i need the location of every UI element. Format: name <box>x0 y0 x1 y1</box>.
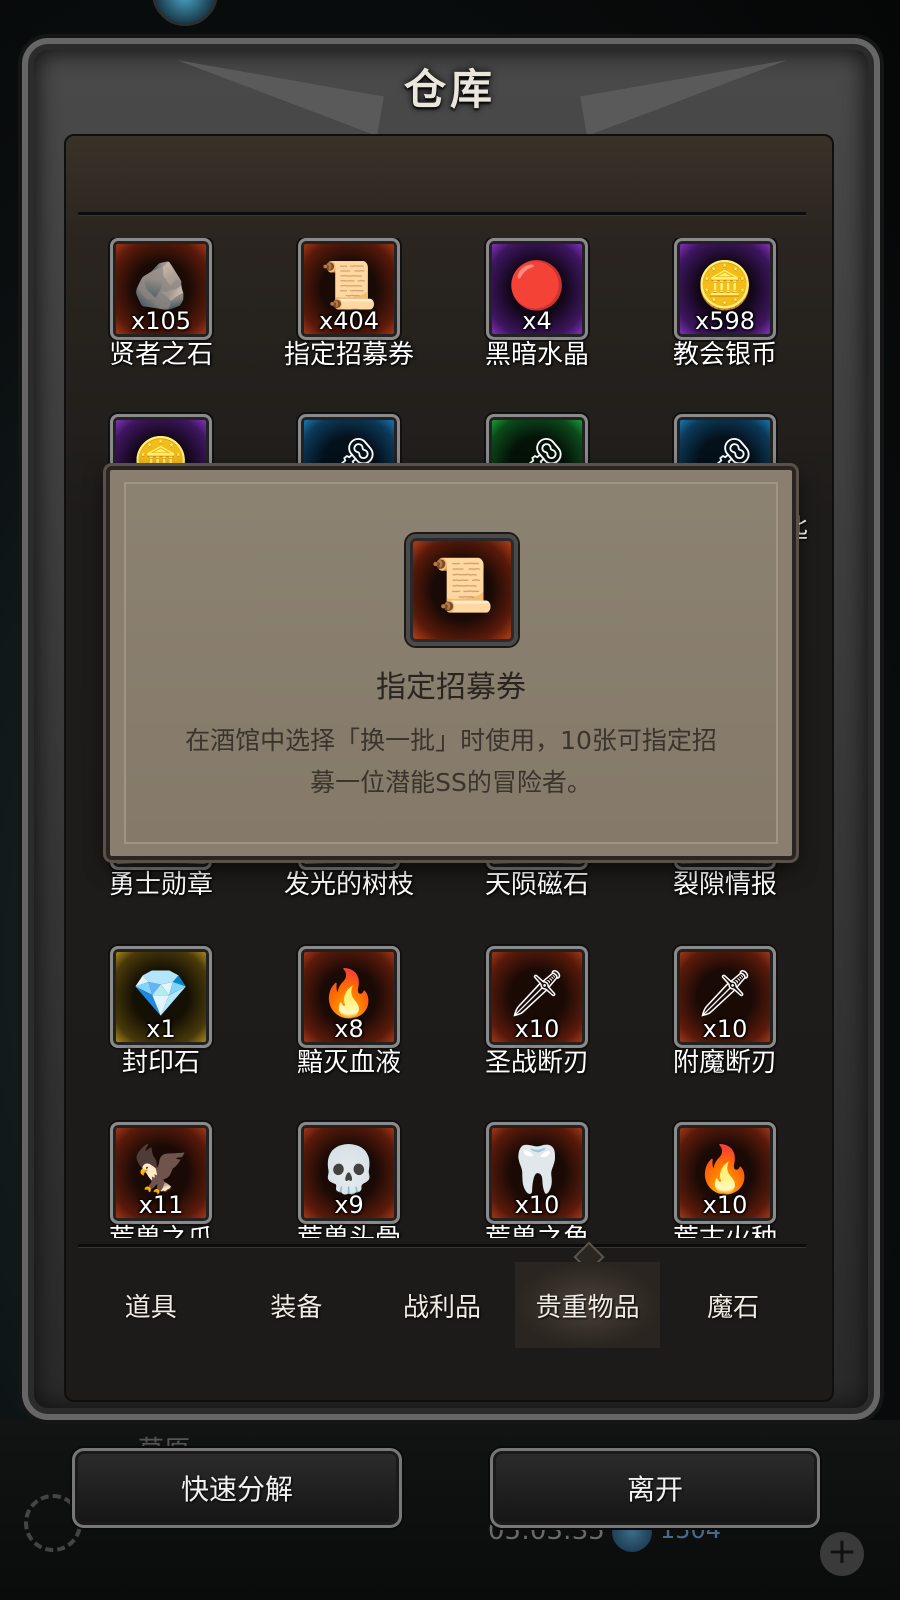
popup-item-title: 指定招募券 <box>376 670 526 705</box>
item-count: x9 <box>334 1191 364 1219</box>
quick-decompose-button[interactable]: 快速分解 <box>72 1448 402 1528</box>
skull-icon: 💀 <box>320 1142 378 1196</box>
item-name: 荒兽头骨 <box>256 1218 442 1238</box>
item-name: 荒兽之爪 <box>78 1218 254 1238</box>
silver-coin-icon: 🪙 <box>696 258 754 312</box>
item-cell[interactable]: 🦷x10荒兽之角 <box>454 1122 636 1238</box>
leave-button[interactable]: 离开 <box>490 1448 820 1528</box>
tab-1[interactable]: 装备 <box>224 1262 370 1348</box>
item-count: x10 <box>702 1015 748 1043</box>
broken-blade-icon: 🗡 <box>695 966 755 1020</box>
item-slot[interactable]: 🪙 x598 <box>674 238 776 340</box>
blue-flame-icon: 🔥 <box>320 966 378 1020</box>
item-detail-popup[interactable]: 📜 指定招募券 在酒馆中选择「换一批」时使用，10张可指定招募一位潜能SS的冒险… <box>106 466 796 860</box>
item-slot[interactable]: 🔴 x4 <box>486 238 588 340</box>
item-cell[interactable]: 🪙 x598 教会银币 <box>642 238 806 398</box>
item-cell[interactable]: 📜 x404 指定招募券 <box>266 238 448 398</box>
category-tabs: 道具 装备 战利品 贵重物品 魔石 <box>78 1262 806 1348</box>
item-cell[interactable]: 🔴 x4 黑暗水晶 <box>454 238 636 398</box>
item-name: 发光的树枝 <box>283 870 414 900</box>
item-count: x10 <box>514 1191 560 1219</box>
item-count: x4 <box>522 307 552 335</box>
item-count: x10 <box>702 1191 748 1219</box>
item-count: x10 <box>514 1015 560 1043</box>
item-slot[interactable]: 🦷 x10 <box>486 1122 588 1224</box>
item-slot[interactable]: 🗡 x10 <box>674 946 776 1048</box>
item-cell[interactable]: 🔥 x8 黯灭血液 <box>266 946 448 1106</box>
item-cell[interactable]: 🔥x10荒古火种 <box>642 1122 806 1238</box>
header-divider <box>78 212 806 215</box>
item-slot[interactable]: 🔥 x10 <box>674 1122 776 1224</box>
item-slot[interactable]: 🦅 x11 <box>110 1122 212 1224</box>
item-name: 教会银币 <box>672 340 777 370</box>
item-name: 天陨磁石 <box>484 870 589 900</box>
seal-crystal-icon: 💎 <box>132 966 190 1020</box>
frame-ornament-right <box>580 60 794 136</box>
window-title: 仓库 <box>340 46 560 126</box>
item-count: x1 <box>146 1015 176 1043</box>
item-count: x105 <box>130 307 191 335</box>
scroll-icon: 📜 <box>320 258 378 312</box>
tab-divider <box>78 1244 806 1247</box>
item-cell[interactable]: 💎 x1 封印石 <box>78 946 260 1106</box>
item-count: x404 <box>318 307 379 335</box>
item-count: x598 <box>694 307 755 335</box>
red-stone-icon: 🪨 <box>132 258 190 312</box>
popup-item-description: 在酒馆中选择「换一批」时使用，10张可指定招募一位潜能SS的冒险者。 <box>185 726 717 797</box>
item-name: 黯灭血液 <box>296 1048 401 1078</box>
item-slot[interactable]: 🪨 x105 <box>110 238 212 340</box>
popup-item-slot: 📜 <box>406 534 518 646</box>
broken-blade-icon: 🗡 <box>507 966 567 1020</box>
item-name: 附魔断刃 <box>672 1048 777 1078</box>
item-name: 圣战断刃 <box>484 1048 589 1078</box>
item-count: x11 <box>138 1191 184 1219</box>
item-name: 封印石 <box>121 1048 200 1078</box>
item-slot[interactable]: 💀 x9 <box>298 1122 400 1224</box>
item-count: x8 <box>334 1015 364 1043</box>
item-slot[interactable]: 📜 x404 <box>298 238 400 340</box>
item-slot[interactable]: 🔥 x8 <box>298 946 400 1048</box>
item-cell[interactable]: 🗡 x10 圣战断刃 <box>454 946 636 1106</box>
item-name: 裂隙情报 <box>672 870 777 900</box>
item-cell[interactable]: 🦅x11荒兽之爪 <box>78 1122 260 1238</box>
item-cell[interactable]: 🪨 x105 贤者之石 <box>78 238 260 398</box>
item-name: 贤者之石 <box>108 340 213 370</box>
claw-icon: 🦅 <box>132 1142 190 1196</box>
window-title-text: 仓库 <box>403 64 496 114</box>
red-crystal-icon: 🔴 <box>508 258 566 312</box>
popup-body: 📜 指定招募券 在酒馆中选择「换一批」时使用，10张可指定招募一位潜能SS的冒险… <box>124 482 778 844</box>
tab-3[interactable]: 贵重物品 <box>514 1262 661 1348</box>
item-cell[interactable]: 🗡 x10 附魔断刃 <box>642 946 806 1106</box>
item-name: 黑暗水晶 <box>484 340 589 370</box>
item-name: 勇士勋章 <box>108 870 213 900</box>
add-gem-icon: + <box>820 1532 864 1576</box>
item-cell[interactable]: 💀x9荒兽头骨 <box>266 1122 448 1238</box>
tab-4[interactable]: 魔石 <box>660 1262 806 1348</box>
item-name: 荒兽之角 <box>444 1218 630 1238</box>
horn-icon: 🦷 <box>508 1142 566 1196</box>
scroll-icon: 📜 <box>429 556 495 616</box>
item-slot[interactable]: 💎 x1 <box>110 946 212 1048</box>
tab-0[interactable]: 道具 <box>78 1262 224 1348</box>
item-name: 荒古火种 <box>632 1218 806 1238</box>
fire-seed-icon: 🔥 <box>696 1142 754 1196</box>
tab-2[interactable]: 战利品 <box>369 1262 515 1348</box>
item-slot[interactable]: 🗡 x10 <box>486 946 588 1048</box>
item-name: 指定招募券 <box>283 340 414 370</box>
